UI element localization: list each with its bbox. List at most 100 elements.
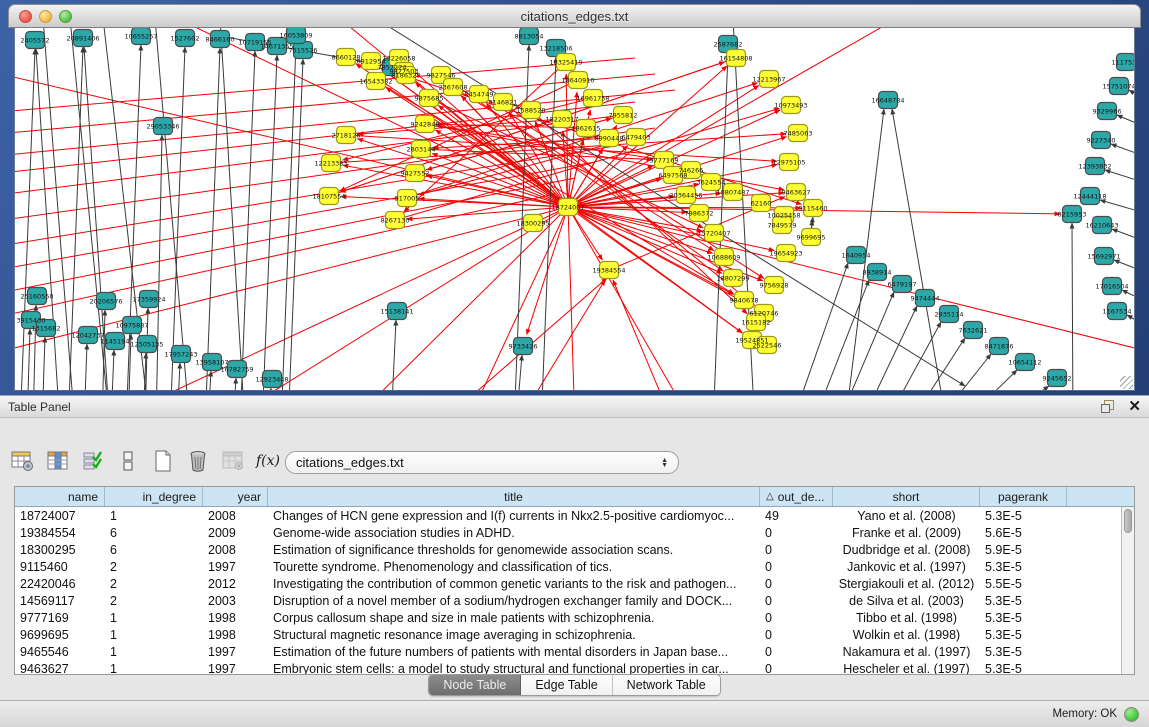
svg-text:16782759: 16782759: [220, 365, 253, 373]
column-header-name[interactable]: name: [15, 487, 105, 506]
svg-text:10654112: 10654112: [1008, 358, 1041, 366]
network-canvas[interactable]: 2405572208914061065525715276028466160107…: [14, 28, 1135, 391]
cell-year: 1997: [203, 560, 268, 574]
table-row[interactable]: 911546021997Tourette syndrome. Phenomeno…: [15, 558, 1121, 575]
cell-year: 1997: [203, 645, 268, 659]
cell-short: Dudbridge et al. (2008): [833, 543, 980, 557]
svg-text:20206576: 20206576: [89, 297, 122, 305]
svg-text:29053346: 29053346: [146, 122, 179, 130]
svg-text:9329966: 9329966: [1093, 107, 1122, 115]
cell-year: 2012: [203, 577, 268, 591]
close-window-button[interactable]: [19, 10, 32, 23]
cell-in_degree: 1: [105, 628, 203, 642]
svg-text:6479403: 6479403: [622, 133, 651, 141]
svg-text:7515526: 7515526: [289, 46, 318, 54]
svg-text:19384554: 19384554: [592, 266, 625, 274]
table-row[interactable]: 1872400712008Changes of HCN gene express…: [15, 507, 1121, 524]
table-select-value: citations_edges.txt: [296, 455, 661, 470]
cell-short: Hescheler et al. (1997): [833, 662, 980, 676]
table-row[interactable]: 969969511998Structural magnetic resonanc…: [15, 626, 1121, 643]
svg-text:9827546: 9827546: [427, 71, 456, 79]
zoom-window-button[interactable]: [59, 10, 72, 23]
table-row[interactable]: 1830029562008Estimation of significance …: [15, 541, 1121, 558]
svg-text:2935114: 2935114: [935, 310, 964, 318]
svg-text:8471876: 8471876: [985, 342, 1014, 350]
svg-text:7955812: 7955812: [609, 111, 638, 119]
svg-text:17957243: 17957243: [164, 350, 197, 358]
minimize-window-button[interactable]: [39, 10, 52, 23]
cell-short: Yano et al. (2008): [833, 509, 980, 523]
svg-text:16648784: 16648784: [871, 96, 904, 104]
cell-in_degree: 1: [105, 509, 203, 523]
svg-text:6479197: 6479197: [888, 280, 917, 288]
cell-name: 22420046: [15, 577, 105, 591]
tab-network-table[interactable]: Network Table: [613, 675, 720, 695]
column-header-title[interactable]: title: [268, 487, 760, 506]
delete-table-icon[interactable]: [185, 447, 211, 475]
svg-text:9427552: 9427552: [401, 169, 430, 177]
svg-text:25160550: 25160550: [20, 292, 53, 300]
svg-text:1145194: 1145194: [101, 337, 130, 345]
cell-title: Investigating the contribution of common…: [268, 577, 760, 591]
svg-text:8813054: 8813054: [515, 32, 544, 40]
function-builder-icon[interactable]: f(x): [255, 447, 281, 475]
cell-title: Corpus callosum shape and size in male p…: [268, 611, 760, 625]
table-mode-icon[interactable]: [10, 447, 36, 475]
svg-text:1588520: 1588520: [517, 106, 546, 114]
table-select-dropdown[interactable]: citations_edges.txt ▲▼: [285, 451, 679, 474]
cell-year: 1998: [203, 611, 268, 625]
new-table-icon[interactable]: [150, 447, 176, 475]
svg-text:9756928: 9756928: [760, 281, 789, 289]
table-row[interactable]: 946362711997Embryonic stem cells: a mode…: [15, 660, 1121, 675]
svg-text:1315682: 1315682: [32, 324, 61, 332]
resize-grip[interactable]: [1120, 376, 1133, 389]
column-header-out_de[interactable]: △out_de...: [760, 487, 833, 506]
table-row[interactable]: 946554611997Estimation of the future num…: [15, 643, 1121, 660]
svg-text:1117534: 1117534: [1112, 58, 1135, 66]
table-panel: Table Panel ✕ f(x) citations_edges.txt ▲…: [0, 395, 1149, 727]
column-header-pagerank[interactable]: pagerank: [980, 487, 1067, 506]
column-header-short[interactable]: short: [833, 487, 980, 506]
table-row[interactable]: 977716911998Corpus callosum shape and si…: [15, 609, 1121, 626]
table-scrollbar[interactable]: [1121, 507, 1134, 674]
svg-text:12213967: 12213967: [752, 75, 785, 83]
float-panel-icon[interactable]: [1101, 400, 1114, 413]
column-header-year[interactable]: year: [203, 487, 268, 506]
svg-text:8186328: 8186328: [392, 71, 421, 79]
svg-text:19654923: 19654923: [769, 249, 802, 257]
cell-out_de: 0: [760, 543, 833, 557]
status-bar: Memory: OK: [0, 700, 1149, 727]
cell-out_de: 0: [760, 645, 833, 659]
svg-text:16053809: 16053809: [279, 31, 312, 39]
svg-text:9699695: 9699695: [797, 233, 826, 241]
cell-in_degree: 2: [105, 577, 203, 591]
import-table-icon[interactable]: [220, 447, 246, 475]
cell-in_degree: 1: [105, 645, 203, 659]
column-header-in_degree[interactable]: in_degree: [105, 487, 203, 506]
window-title: citations_edges.txt: [521, 9, 629, 24]
cell-out_de: 0: [760, 577, 833, 591]
cell-name: 9465546: [15, 645, 105, 659]
citation-network-graph[interactable]: 2405572208914061065525715276028466160107…: [15, 28, 1135, 390]
table-row[interactable]: 1456911722003Disruption of a novel membe…: [15, 592, 1121, 609]
cell-name: 19384554: [15, 526, 105, 540]
cell-title: Genome-wide association studies in ADHD.: [268, 526, 760, 540]
tab-node-table[interactable]: Node Table: [429, 675, 521, 695]
cell-title: Estimation of significance thresholds fo…: [268, 543, 760, 557]
cell-year: 2008: [203, 509, 268, 523]
select-all-icon[interactable]: [80, 447, 106, 475]
show-column-icon[interactable]: [45, 447, 71, 475]
window-titlebar[interactable]: citations_edges.txt: [8, 4, 1141, 28]
close-panel-icon[interactable]: ✕: [1128, 400, 1141, 413]
cell-name: 18724007: [15, 509, 105, 523]
desktop: { "window": { "title": "citations_edges.…: [0, 0, 1149, 727]
row-height-icon[interactable]: [115, 447, 141, 475]
table-rows: 1872400712008Changes of HCN gene express…: [15, 507, 1121, 674]
scrollbar-thumb[interactable]: [1124, 509, 1132, 533]
table-row[interactable]: 2242004622012Investigating the contribut…: [15, 575, 1121, 592]
svg-text:12393832: 12393832: [1078, 162, 1111, 170]
tab-edge-table[interactable]: Edge Table: [521, 675, 612, 695]
table-row[interactable]: 1938455462009Genome-wide association stu…: [15, 524, 1121, 541]
svg-text:7986372: 7986372: [685, 209, 714, 217]
svg-text:12923448: 12923448: [255, 375, 288, 383]
